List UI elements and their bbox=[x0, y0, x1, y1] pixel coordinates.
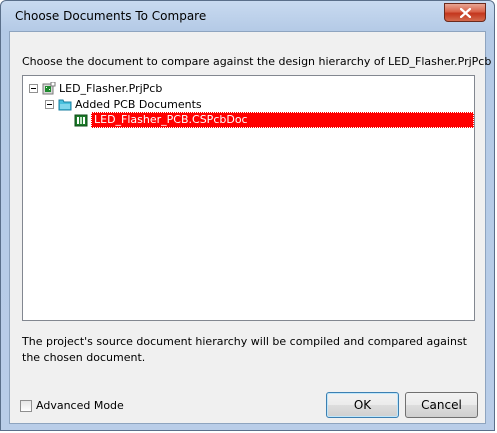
title-bar[interactable]: Choose Documents To Compare bbox=[1, 1, 494, 31]
project-icon bbox=[42, 81, 56, 95]
ok-button[interactable]: OK bbox=[326, 392, 399, 418]
close-button[interactable] bbox=[444, 3, 486, 22]
dialog-client-area: Choose the document to compare against t… bbox=[9, 31, 491, 424]
tree-item-document-label: LED_Flasher_PCB.CSPcbDoc bbox=[91, 112, 474, 128]
folder-icon bbox=[58, 98, 72, 111]
collapse-project-toggle[interactable] bbox=[29, 83, 38, 93]
choose-documents-dialog: Choose Documents To Compare Choose the d… bbox=[0, 0, 495, 431]
window-title: Choose Documents To Compare bbox=[15, 9, 207, 23]
tree-item-folder-label: Added PCB Documents bbox=[75, 97, 202, 111]
instruction-text: Choose the document to compare against t… bbox=[22, 55, 492, 68]
tree-item-project-label: LED_Flasher.PrjPcb bbox=[59, 81, 163, 95]
info-text: The project's source document hierarchy … bbox=[22, 335, 467, 364]
document-tree[interactable]: LED_Flasher.PrjPcb Added PCB Documents L… bbox=[22, 75, 475, 321]
close-icon bbox=[460, 8, 471, 18]
tree-item-folder[interactable]: Added PCB Documents bbox=[45, 96, 202, 112]
advanced-mode-option[interactable]: Advanced Mode bbox=[20, 399, 124, 412]
advanced-mode-checkbox[interactable] bbox=[20, 399, 32, 412]
cancel-button[interactable]: Cancel bbox=[405, 392, 478, 418]
tree-item-document[interactable]: LED_Flasher_PCB.CSPcbDoc bbox=[74, 112, 474, 128]
collapse-folder-toggle[interactable] bbox=[45, 99, 54, 109]
pcb-document-icon bbox=[74, 114, 88, 127]
advanced-mode-label: Advanced Mode bbox=[36, 399, 124, 412]
tree-item-project[interactable]: LED_Flasher.PrjPcb bbox=[29, 80, 162, 96]
